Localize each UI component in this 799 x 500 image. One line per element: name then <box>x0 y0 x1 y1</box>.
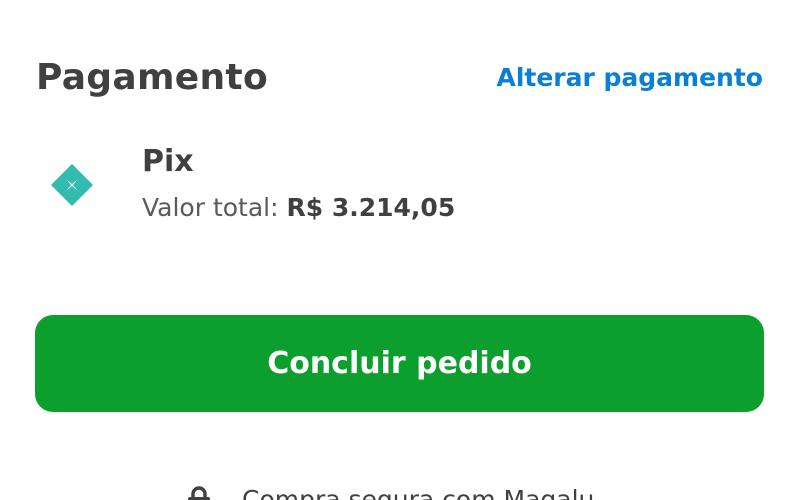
conclude-order-button[interactable]: Concluir pedido <box>35 315 764 412</box>
secure-purchase-notice: Compra segura com Magalu <box>186 482 594 500</box>
payment-section-title: Pagamento <box>36 57 268 98</box>
secure-purchase-text: Compra segura com Magalu <box>242 485 595 500</box>
payment-total: Valor total: R$ 3.214,05 <box>142 190 455 226</box>
total-amount: R$ 3.214,05 <box>286 193 456 222</box>
pix-icon <box>50 163 94 207</box>
payment-page: Pagamento Alterar pagamento Pix Valor to… <box>0 0 799 500</box>
total-label: Valor total: <box>142 193 279 222</box>
payment-method-name: Pix <box>142 144 194 179</box>
change-payment-link[interactable]: Alterar pagamento <box>496 60 763 96</box>
lock-icon <box>186 485 212 500</box>
